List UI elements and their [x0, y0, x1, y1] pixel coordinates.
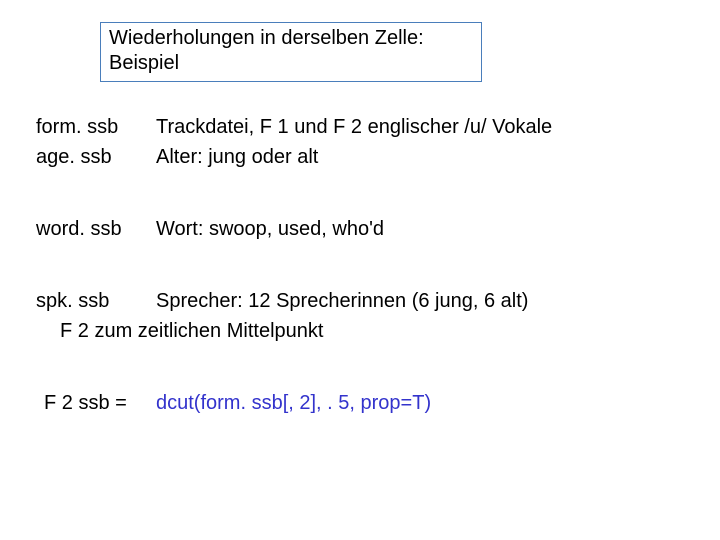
definition-row: spk. ssb Sprecher: 12 Sprecherinnen (6 j… — [36, 290, 700, 313]
code-row: F 2 ssb = dcut(form. ssb[, 2], . 5, prop… — [44, 392, 700, 415]
definition-row: age. ssb Alter: jung oder alt — [36, 146, 700, 169]
definition-row: word. ssb Wort: swoop, used, who'd — [36, 218, 700, 241]
description: Wort: swoop, used, who'd — [156, 218, 700, 241]
term: form. ssb — [36, 116, 156, 139]
definition-row: form. ssb Trackdatei, F 1 und F 2 englis… — [36, 116, 700, 139]
term: word. ssb — [36, 218, 156, 241]
description: Sprecher: 12 Sprecherinnen (6 jung, 6 al… — [156, 290, 700, 313]
term: age. ssb — [36, 146, 156, 169]
slide: Wiederholungen in derselben Zelle: Beisp… — [0, 0, 720, 540]
term: spk. ssb — [36, 290, 156, 313]
code-rhs: dcut(form. ssb[, 2], . 5, prop=T) — [156, 392, 700, 415]
code-lhs: F 2 ssb = — [44, 392, 156, 415]
note-text: F 2 zum zeitlichen Mittelpunkt — [60, 320, 700, 343]
slide-title: Wiederholungen in derselben Zelle: Beisp… — [100, 22, 482, 82]
description: Alter: jung oder alt — [156, 146, 700, 169]
description: Trackdatei, F 1 und F 2 englischer /u/ V… — [156, 116, 700, 139]
